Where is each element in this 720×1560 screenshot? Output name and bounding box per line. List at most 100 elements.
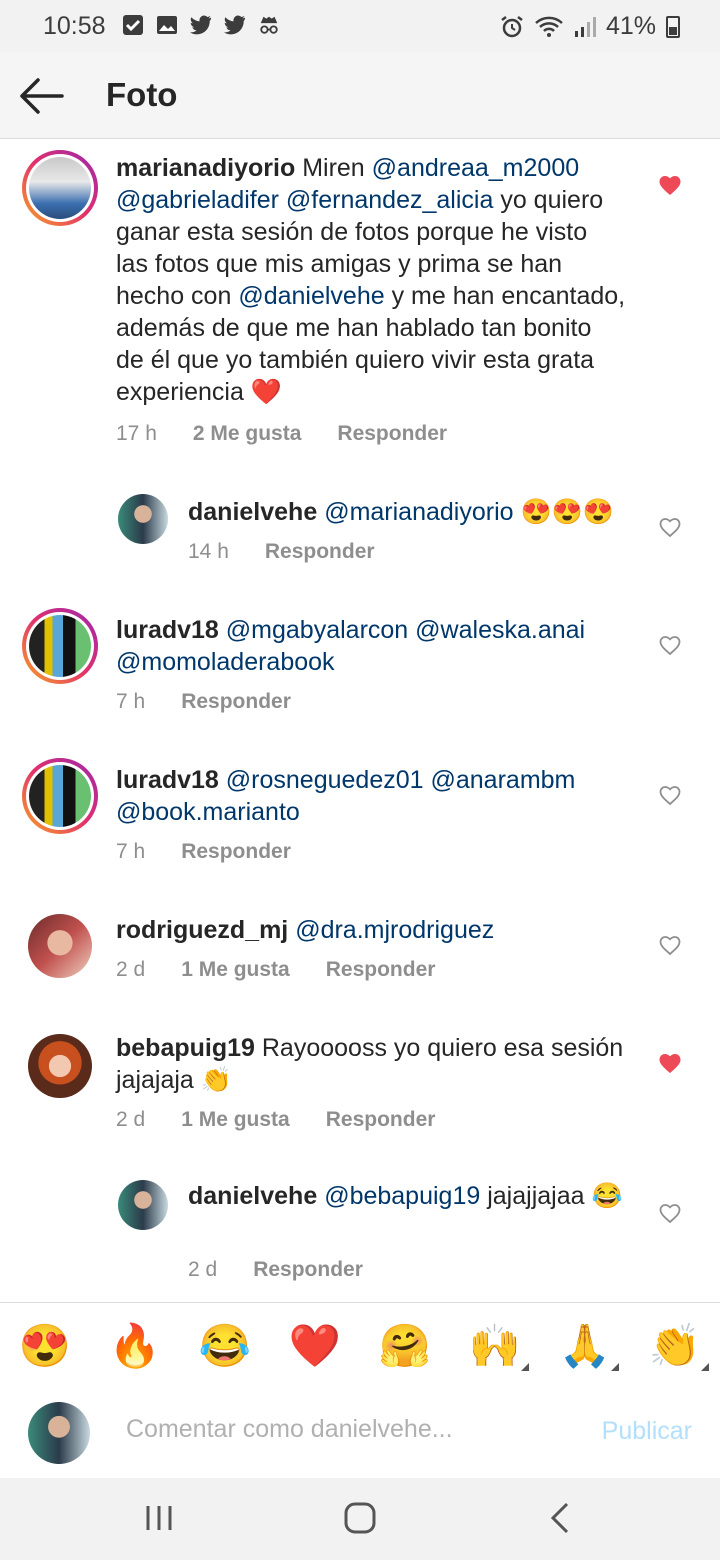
comment-username[interactable]: luradv18 [116, 616, 219, 644]
comment-item: bebapuig19 Rayooooss yo quiero esa sesió… [0, 1020, 720, 1150]
comment-meta: 7 h Responder [116, 690, 291, 714]
comment-item: marianadiyorio Miren @andreaa_m2000 @gab… [0, 138, 720, 458]
comment-meta: 7 h Responder [116, 840, 291, 864]
twitter-icon [190, 15, 212, 35]
emoji-quick-bar: 😍 🔥 😂 ❤️ 🤗 🙌 🙏 👏 [0, 1302, 720, 1390]
twitter-icon [224, 15, 246, 35]
comment-time: 2 d [188, 1258, 218, 1281]
reply-button[interactable]: Responder [326, 1108, 436, 1132]
avatar[interactable] [118, 494, 168, 544]
incognito-icon [260, 16, 278, 34]
comment-time: 7 h [116, 840, 146, 863]
recent-apps-icon[interactable] [134, 1498, 184, 1540]
comment-text: danielvehe @bebapuig19 jajajjajaa 😂 [188, 1180, 628, 1212]
comment-item: luradv18 @rosneguedez01 @anarambm @book.… [0, 746, 720, 876]
reply-button[interactable]: Responder [181, 840, 291, 864]
app-header: Foto [0, 52, 720, 139]
publish-button[interactable]: Publicar [602, 1417, 692, 1446]
likes-count[interactable]: 1 Me gusta [181, 1108, 290, 1132]
mention-link[interactable]: @fernandez_alicia [286, 186, 493, 214]
emoji-heart-eyes-button[interactable]: 😍 [17, 1321, 73, 1371]
avatar [28, 1402, 90, 1464]
mention-link[interactable]: @book.marianto [116, 798, 300, 826]
system-nav-bar [0, 1478, 720, 1560]
mention-link[interactable]: @momoladerabook [116, 648, 335, 676]
comment-text: marianadiyorio Miren @andreaa_m2000 @gab… [116, 152, 626, 408]
mention-link[interactable]: @gabrieladifer [116, 186, 279, 214]
mention-link[interactable]: @anarambm [431, 766, 576, 794]
comment-meta: 2 d 1 Me gusta Responder [116, 1108, 435, 1132]
comment-time: 2 d [116, 1108, 146, 1131]
mention-link[interactable]: @rosneguedez01 [226, 766, 424, 794]
story-ring[interactable] [22, 150, 98, 226]
comment-text: danielvehe @marianadiyorio 😍😍😍 [188, 496, 648, 528]
story-ring[interactable] [22, 608, 98, 684]
reply-button[interactable]: Responder [337, 422, 447, 446]
comment-username[interactable]: luradv18 [116, 766, 219, 794]
heart-emoji: ❤️ [250, 378, 282, 406]
mention-link[interactable]: @danielvehe [238, 282, 384, 310]
mention-link[interactable]: @andreaa_m2000 [372, 154, 579, 182]
comment-username[interactable]: danielvehe [188, 1182, 317, 1210]
emoji-laugh-button[interactable]: 😂 [197, 1321, 253, 1371]
comment-time: 2 d [116, 958, 146, 981]
comment-body: jajajjajaa [487, 1182, 585, 1210]
checkbox-icon [123, 15, 143, 35]
reply-button[interactable]: Responder [326, 958, 436, 982]
mention-link[interactable]: @dra.mjrodriguez [295, 916, 494, 944]
comment-username[interactable]: bebapuig19 [116, 1034, 255, 1062]
reply-button[interactable]: Responder [181, 690, 291, 714]
emoji-clap-button[interactable]: 👏 [647, 1321, 709, 1371]
comment-username[interactable]: rodriguezd_mj [116, 916, 288, 944]
page-title: Foto [106, 76, 178, 113]
notification-icons [122, 14, 280, 36]
battery-percent: 41% [605, 12, 656, 40]
gallery-icon [157, 16, 177, 34]
comment-time: 7 h [116, 690, 146, 713]
comment-meta: 2 d 1 Me gusta Responder [116, 958, 435, 982]
back-arrow-icon[interactable] [18, 74, 64, 118]
reply-button[interactable]: Responder [253, 1258, 363, 1282]
comment-input[interactable] [126, 1415, 566, 1444]
like-heart-icon[interactable] [658, 1202, 682, 1224]
avatar [29, 615, 91, 677]
mention-link[interactable]: @bebapuig19 [324, 1182, 480, 1210]
mention-link[interactable]: @waleska.anai [415, 616, 585, 644]
like-heart-icon[interactable] [658, 784, 682, 806]
mention-link[interactable]: @mgabyalarcon [226, 616, 408, 644]
like-heart-icon[interactable] [658, 1052, 682, 1074]
likes-count[interactable]: 2 Me gusta [193, 422, 302, 446]
home-icon[interactable] [335, 1498, 385, 1540]
emoji-fire-button[interactable]: 🔥 [107, 1321, 163, 1371]
avatar[interactable] [118, 1180, 168, 1230]
alarm-icon [501, 15, 523, 37]
avatar [29, 157, 91, 219]
comment-time: 17 h [116, 422, 157, 445]
like-heart-icon[interactable] [658, 174, 682, 196]
comment-time: 14 h [188, 540, 229, 563]
like-heart-icon[interactable] [658, 634, 682, 656]
avatar[interactable] [28, 1034, 92, 1098]
avatar[interactable] [28, 914, 92, 978]
signal-icon [574, 16, 596, 37]
likes-count[interactable]: 1 Me gusta [181, 958, 290, 982]
emoji-raised-hands-button[interactable]: 🙌 [467, 1321, 529, 1371]
emoji-text: 😍😍😍 [520, 498, 614, 526]
avatar [29, 765, 91, 827]
emoji-heart-button[interactable]: ❤️ [287, 1321, 343, 1371]
status-time: 10:58 [43, 12, 106, 40]
emoji-pray-button[interactable]: 🙏 [557, 1321, 619, 1371]
comment-username[interactable]: marianadiyorio [116, 154, 295, 182]
comment-meta: 14 h Responder [188, 540, 375, 564]
reply-button[interactable]: Responder [265, 540, 375, 564]
like-heart-icon[interactable] [658, 516, 682, 538]
emoji-hug-button[interactable]: 🤗 [377, 1321, 433, 1371]
battery-icon [666, 15, 680, 38]
mention-link[interactable]: @marianadiyorio [324, 498, 513, 526]
back-icon[interactable] [536, 1498, 586, 1540]
like-heart-icon[interactable] [658, 934, 682, 956]
comment-meta: 2 d Responder [188, 1258, 363, 1282]
comment-username[interactable]: danielvehe [188, 498, 317, 526]
story-ring[interactable] [22, 758, 98, 834]
comment-text: rodriguezd_mj @dra.mjrodriguez [116, 914, 626, 946]
